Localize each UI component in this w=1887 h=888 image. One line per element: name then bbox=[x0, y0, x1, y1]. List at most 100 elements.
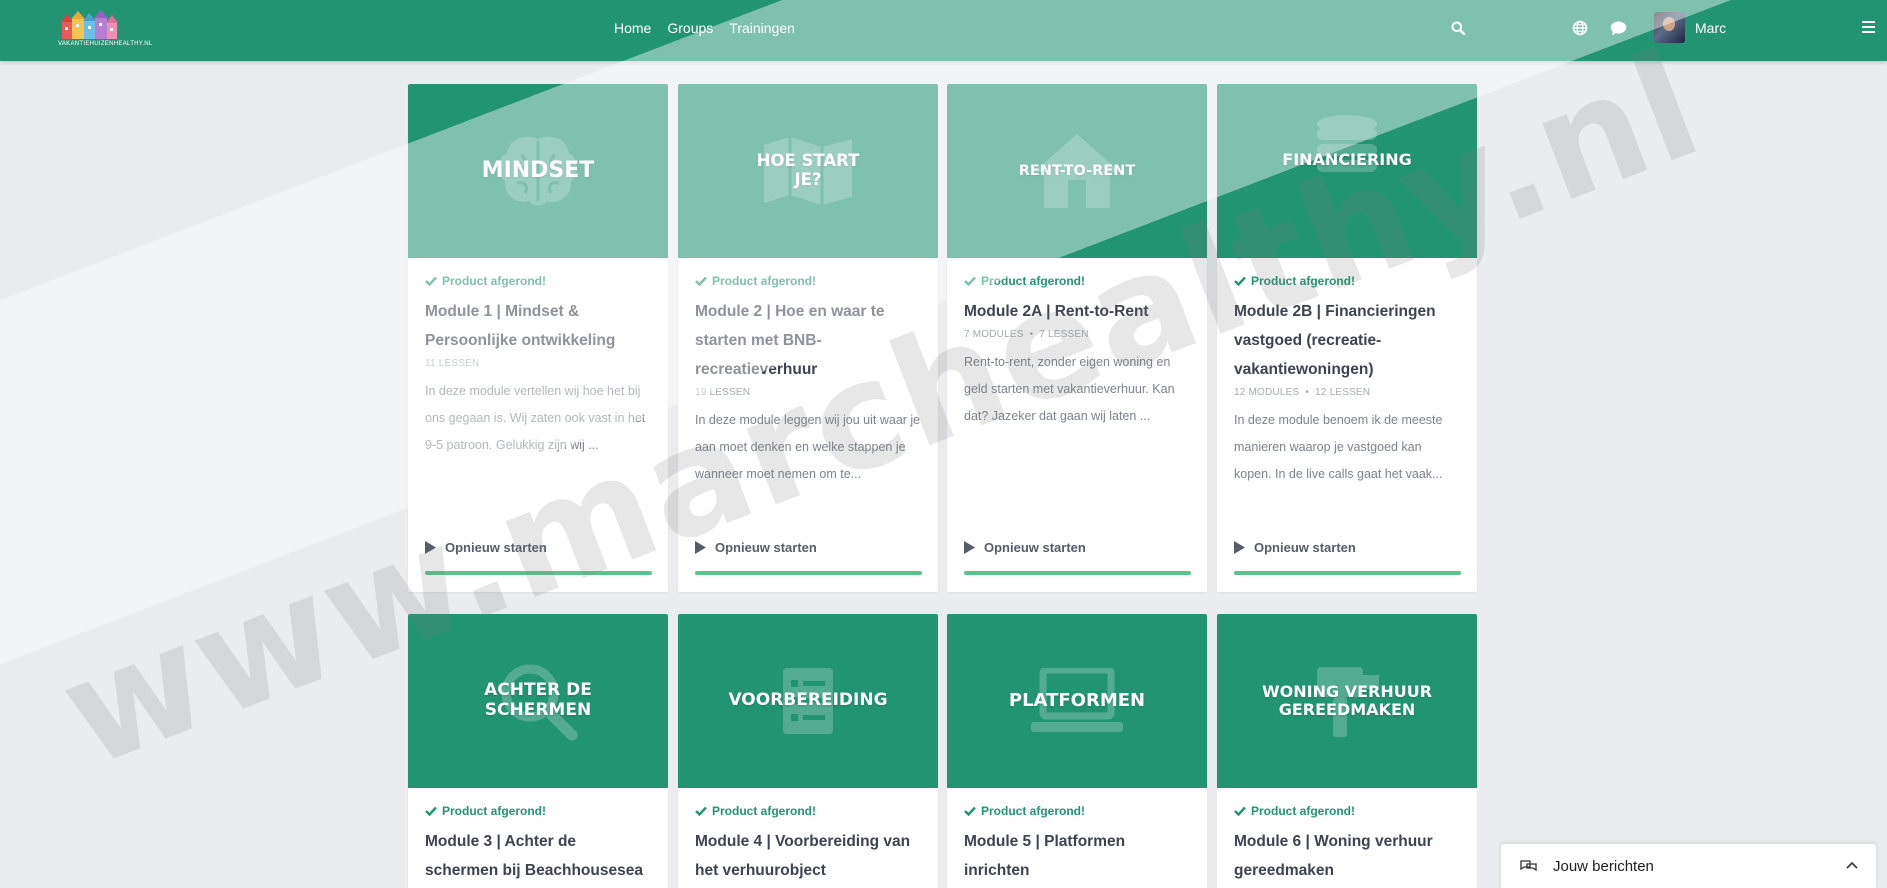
card-meta: 19 LESSEN bbox=[695, 387, 922, 398]
card-body: Product afgerond! Module 2B | Financieri… bbox=[1217, 258, 1477, 488]
card-hero-title: HOE START JE? bbox=[756, 151, 860, 189]
play-icon bbox=[964, 541, 975, 554]
completed-status-text: Product afgerond! bbox=[442, 274, 546, 288]
course-card[interactable]: VOORBEREIDING Product afgerond! Module 4… bbox=[678, 614, 938, 888]
card-body: Product afgerond! Module 4 | Voorbereidi… bbox=[678, 788, 938, 885]
user-avatar[interactable] bbox=[1654, 12, 1685, 43]
site-logo[interactable]: VAKANTIEHUIZENHEALTHY.NL bbox=[58, 9, 153, 47]
card-hero-title: WONING VERHUUR GEREEDMAKEN bbox=[1262, 681, 1433, 719]
completed-status-text: Product afgerond! bbox=[981, 804, 1085, 818]
completed-status-text: Product afgerond! bbox=[981, 274, 1085, 288]
completed-status: Product afgerond! bbox=[1234, 274, 1461, 288]
card-body: Product afgerond! Module 6 | Woning verh… bbox=[1217, 788, 1477, 885]
checkmark-icon bbox=[1234, 276, 1246, 286]
card-title[interactable]: Module 3 | Achter de schermen bij Beachh… bbox=[425, 827, 652, 885]
card-description: In deze module vertellen wij hoe het bij… bbox=[425, 384, 646, 452]
card-title[interactable]: Module 2A | Rent-to-Rent bbox=[964, 297, 1191, 326]
card-hero-title: MINDSET bbox=[481, 158, 595, 184]
card-hero-title: PLATFORMEN bbox=[1008, 689, 1146, 711]
play-icon bbox=[1234, 541, 1245, 554]
course-card[interactable]: FINANCIERING Product afgerond! Module 2B… bbox=[1217, 84, 1477, 592]
messages-widget[interactable]: Jouw berichten bbox=[1501, 844, 1876, 888]
card-body: Product afgerond! Module 1 | Mindset & P… bbox=[408, 258, 668, 459]
progress-bar bbox=[695, 571, 922, 575]
card-title[interactable]: Module 6 | Woning verhuur gereedmaken bbox=[1234, 827, 1461, 885]
card-title[interactable]: Module 4 | Voorbereiding van het verhuur… bbox=[695, 827, 922, 885]
progress-bar bbox=[1234, 571, 1461, 575]
card-hero-title: RENT-TO-RENT bbox=[1018, 162, 1136, 179]
card-description: Rent-to-rent, zonder eigen woning en gel… bbox=[964, 355, 1175, 423]
card-hero: MINDSET bbox=[408, 84, 668, 258]
card-meta: 7 MODULES • 7 LESSEN bbox=[964, 329, 1089, 340]
module-count: 7 MODULES bbox=[964, 329, 1024, 340]
card-description: In deze module benoem ik de meeste manie… bbox=[1234, 413, 1443, 481]
nav-item-trainingen[interactable]: Trainingen bbox=[729, 20, 795, 36]
card-meta: 12 MODULES • 12 LESSEN bbox=[1234, 387, 1371, 398]
completed-status: Product afgerond! bbox=[1234, 804, 1461, 818]
card-body: Product afgerond! Module 5 | Platformen … bbox=[947, 788, 1207, 885]
course-card[interactable]: WONING VERHUUR GEREEDMAKEN Product afger… bbox=[1217, 614, 1477, 888]
card-body: Product afgerond! Module 3 | Achter de s… bbox=[408, 788, 668, 885]
logo-text: VAKANTIEHUIZENHEALTHY.NL bbox=[58, 41, 153, 47]
course-card[interactable]: RENT-TO-RENT Product afgerond! Module 2A… bbox=[947, 84, 1207, 592]
user-name[interactable]: Marc bbox=[1695, 20, 1726, 36]
card-title[interactable]: Module 2 | Hoe en waar te starten met BN… bbox=[695, 297, 922, 384]
progress-bar bbox=[964, 571, 1191, 575]
completed-status: Product afgerond! bbox=[964, 274, 1191, 288]
completed-status: Product afgerond! bbox=[695, 804, 922, 818]
logo-houses-icon bbox=[61, 10, 118, 39]
card-meta: 11 LESSEN bbox=[425, 358, 652, 369]
course-card[interactable]: MINDSET Product afgerond! Module 1 | Min… bbox=[408, 84, 668, 592]
completed-status-text: Product afgerond! bbox=[712, 804, 816, 818]
card-body: Product afgerond! Module 2A | Rent-to-Re… bbox=[947, 258, 1207, 430]
chat-icon[interactable] bbox=[1608, 18, 1628, 38]
course-card[interactable]: HOE START JE? Product afgerond! Module 2… bbox=[678, 84, 938, 592]
search-icon[interactable] bbox=[1448, 18, 1468, 38]
main-nav: Home Groups Trainingen bbox=[614, 0, 795, 56]
course-card[interactable]: ACHTER DE SCHERMEN Product afgerond! Mod… bbox=[408, 614, 668, 888]
lesson-count: 19 LESSEN bbox=[695, 387, 751, 398]
completed-status-text: Product afgerond! bbox=[712, 274, 816, 288]
completed-status-text: Product afgerond! bbox=[1251, 804, 1355, 818]
globe-icon[interactable] bbox=[1570, 18, 1590, 38]
completed-status-text: Product afgerond! bbox=[1251, 274, 1355, 288]
completed-status: Product afgerond! bbox=[964, 804, 1191, 818]
card-hero: PLATFORMEN bbox=[947, 614, 1207, 788]
card-title[interactable]: Module 1 | Mindset & Persoonlijke ontwik… bbox=[425, 297, 652, 355]
coins-icon bbox=[1317, 114, 1377, 172]
completed-status: Product afgerond! bbox=[695, 274, 922, 288]
play-icon bbox=[425, 541, 436, 554]
menu-icon[interactable] bbox=[1862, 21, 1875, 33]
completed-status: Product afgerond! bbox=[425, 274, 652, 288]
card-hero: RENT-TO-RENT bbox=[947, 84, 1207, 258]
lesson-count: 7 LESSEN bbox=[1039, 329, 1089, 340]
restart-button[interactable]: Opnieuw starten bbox=[1234, 540, 1356, 555]
restart-button[interactable]: Opnieuw starten bbox=[695, 540, 817, 555]
restart-button[interactable]: Opnieuw starten bbox=[425, 540, 547, 555]
nav-item-home[interactable]: Home bbox=[614, 20, 651, 36]
restart-button[interactable]: Opnieuw starten bbox=[964, 540, 1086, 555]
card-description: In deze module leggen wij jou uit waar j… bbox=[695, 413, 921, 481]
card-hero-title: ACHTER DE SCHERMEN bbox=[484, 680, 592, 720]
play-icon bbox=[695, 541, 706, 554]
module-count: 12 MODULES bbox=[1234, 387, 1300, 398]
messages-icon bbox=[1520, 860, 1537, 872]
course-card[interactable]: PLATFORMEN Product afgerond! Module 5 | … bbox=[947, 614, 1207, 888]
card-title[interactable]: Module 2B | Financieringen vastgoed (rec… bbox=[1234, 297, 1461, 384]
card-hero: WONING VERHUUR GEREEDMAKEN bbox=[1217, 614, 1477, 788]
restart-label: Opnieuw starten bbox=[984, 540, 1086, 555]
card-hero-title: FINANCIERING bbox=[1282, 149, 1412, 169]
watermark-band bbox=[0, 0, 1887, 718]
checkmark-icon bbox=[695, 276, 707, 286]
lesson-count: 11 LESSEN bbox=[425, 358, 480, 369]
checkmark-icon bbox=[1234, 806, 1246, 816]
card-title[interactable]: Module 5 | Platformen inrichten bbox=[964, 827, 1191, 885]
checkmark-icon bbox=[964, 276, 976, 286]
checkmark-icon bbox=[425, 806, 437, 816]
chevron-up-icon[interactable] bbox=[1846, 861, 1858, 869]
card-hero-title: VOORBEREIDING bbox=[728, 690, 888, 711]
restart-label: Opnieuw starten bbox=[1254, 540, 1356, 555]
nav-item-groups[interactable]: Groups bbox=[667, 20, 713, 36]
completed-status: Product afgerond! bbox=[425, 804, 652, 818]
restart-label: Opnieuw starten bbox=[715, 540, 817, 555]
